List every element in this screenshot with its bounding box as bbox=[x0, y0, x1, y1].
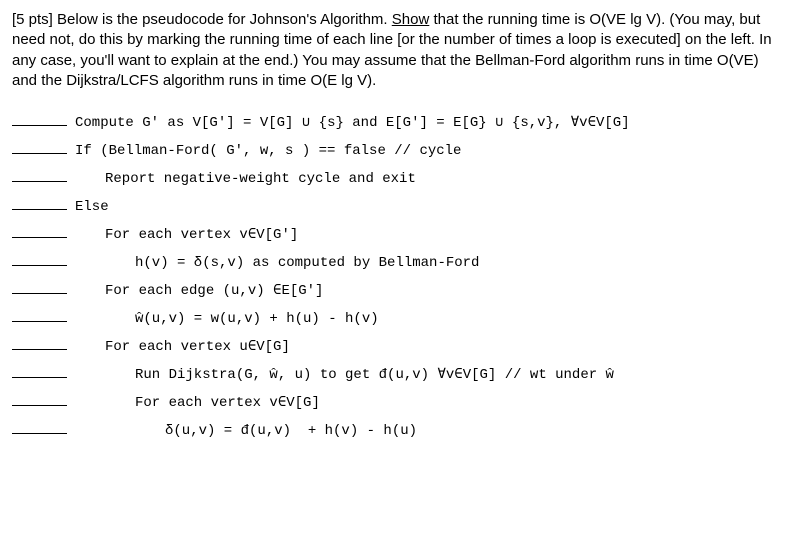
code-line-5: For each vertex v∈V[G'] bbox=[12, 221, 784, 249]
code-line-7: For each edge (u,v) ∈E[G'] bbox=[12, 277, 784, 305]
runtime-blank[interactable] bbox=[12, 337, 67, 350]
runtime-blank[interactable] bbox=[12, 197, 67, 210]
code-text: Report negative-weight cycle and exit bbox=[75, 165, 416, 193]
code-text: Compute G' as V[G'] = V[G] ∪ {s} and E[G… bbox=[75, 109, 630, 137]
show-word: Show bbox=[392, 11, 430, 28]
code-line-3: Report negative-weight cycle and exit bbox=[12, 165, 784, 193]
code-line-10: Run Dijkstra(G, ŵ, u) to get đ(u,v) ∀v∈V… bbox=[12, 361, 784, 389]
code-text: For each edge (u,v) ∈E[G'] bbox=[75, 277, 323, 305]
runtime-blank[interactable] bbox=[12, 253, 67, 266]
code-text: Run Dijkstra(G, ŵ, u) to get đ(u,v) ∀v∈V… bbox=[75, 361, 614, 389]
code-text: If (Bellman-Ford( G', w, s ) == false //… bbox=[75, 137, 461, 165]
code-text: Else bbox=[75, 193, 109, 221]
code-text: For each vertex u∈V[G] bbox=[75, 333, 290, 361]
code-line-1: Compute G' as V[G'] = V[G] ∪ {s} and E[G… bbox=[12, 109, 784, 137]
code-text: ŵ(u,v) = w(u,v) + h(u) - h(v) bbox=[75, 305, 379, 333]
code-text: h(v) = δ(s,v) as computed by Bellman-For… bbox=[75, 249, 479, 277]
code-line-8: ŵ(u,v) = w(u,v) + h(u) - h(v) bbox=[12, 305, 784, 333]
runtime-blank[interactable] bbox=[12, 281, 67, 294]
pseudocode-block: Compute G' as V[G'] = V[G] ∪ {s} and E[G… bbox=[12, 109, 784, 445]
code-line-12: δ(u,v) = đ(u,v) + h(v) - h(u) bbox=[12, 417, 784, 445]
runtime-blank[interactable] bbox=[12, 421, 67, 434]
intro-text-a: Below is the pseudocode for Johnson's Al… bbox=[57, 11, 392, 28]
code-line-2: If (Bellman-Ford( G', w, s ) == false //… bbox=[12, 137, 784, 165]
runtime-blank[interactable] bbox=[12, 169, 67, 182]
question-prompt: [5 pts] Below is the pseudocode for John… bbox=[12, 10, 784, 91]
code-text: For each vertex v∈V[G'] bbox=[75, 221, 298, 249]
code-line-4: Else bbox=[12, 193, 784, 221]
code-text: δ(u,v) = đ(u,v) + h(v) - h(u) bbox=[75, 417, 417, 445]
code-line-6: h(v) = δ(s,v) as computed by Bellman-For… bbox=[12, 249, 784, 277]
runtime-blank[interactable] bbox=[12, 365, 67, 378]
runtime-blank[interactable] bbox=[12, 393, 67, 406]
code-line-11: For each vertex v∈V[G] bbox=[12, 389, 784, 417]
code-text: For each vertex v∈V[G] bbox=[75, 389, 320, 417]
runtime-blank[interactable] bbox=[12, 225, 67, 238]
runtime-blank[interactable] bbox=[12, 141, 67, 154]
code-line-9: For each vertex u∈V[G] bbox=[12, 333, 784, 361]
runtime-blank[interactable] bbox=[12, 113, 67, 126]
runtime-blank[interactable] bbox=[12, 309, 67, 322]
points-label: [5 pts] bbox=[12, 11, 57, 28]
